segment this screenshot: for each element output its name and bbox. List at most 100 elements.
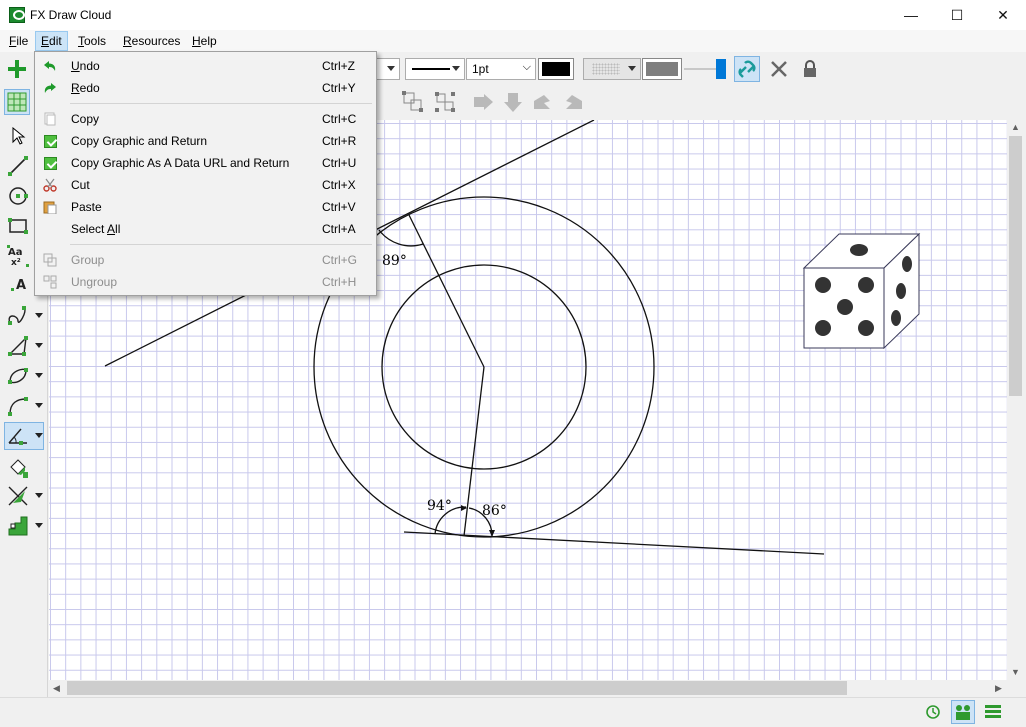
menu-resources[interactable]: Resources [118, 31, 185, 51]
check-icon [43, 134, 57, 148]
menu-item-copy-graphic-return[interactable]: Copy Graphic and Return Ctrl+R [36, 130, 375, 152]
window-title: FX Draw Cloud [30, 8, 112, 22]
menu-item-group[interactable]: Group Ctrl+G [36, 249, 375, 271]
grid-icon[interactable] [4, 89, 30, 115]
rotate-left-icon[interactable] [560, 89, 586, 115]
arc-tool-icon[interactable] [4, 362, 32, 390]
rotate-right-icon[interactable] [530, 89, 556, 115]
add-icon[interactable] [4, 56, 30, 82]
scissors-icon [43, 178, 57, 192]
scroll-right-icon[interactable]: ▶ [995, 683, 1002, 694]
menu-item-copy-data-url-return[interactable]: Copy Graphic As A Data URL and Return Ct… [36, 152, 375, 174]
hamburger-icon[interactable] [985, 705, 1001, 722]
menu-item-select-all[interactable]: Select All Ctrl+A [36, 218, 375, 240]
scroll-up-icon[interactable]: ▲ [1011, 122, 1020, 132]
ungroup-icon[interactable] [432, 89, 458, 115]
tangent-line-bottom[interactable] [403, 531, 825, 555]
transform-tool-chevron-icon[interactable] [35, 491, 43, 499]
fill-color-button[interactable] [642, 58, 682, 80]
redo-icon [43, 81, 57, 95]
lock-icon[interactable] [797, 56, 823, 82]
menu-tools[interactable]: Tools [73, 31, 111, 51]
check-icon [43, 156, 57, 170]
ungroup-icon [43, 275, 57, 289]
fill-pattern-preview [592, 63, 620, 75]
title-bar: FX Draw Cloud — ☐ ✕ [0, 0, 1026, 30]
curve-tool-chevron-icon[interactable] [35, 311, 43, 319]
tools-icon[interactable] [766, 56, 792, 82]
curve-tool-icon[interactable] [4, 302, 32, 330]
menu-separator [70, 244, 372, 245]
bring-forward-icon[interactable] [470, 89, 496, 115]
line-style-dropdown[interactable] [405, 58, 465, 80]
line-style-preview [412, 68, 450, 70]
angle-tool-chevron-icon[interactable] [35, 431, 43, 439]
svg-text:A: A [16, 278, 26, 293]
group-icon [43, 253, 57, 267]
stairs-tool-chevron-icon[interactable] [35, 521, 43, 529]
close-button[interactable]: ✕ [980, 0, 1026, 30]
minimize-button[interactable]: — [888, 0, 934, 30]
transform-tool-icon[interactable] [4, 482, 32, 510]
menu-help[interactable]: Help [187, 31, 222, 51]
menu-item-copy[interactable]: Copy Ctrl+C [36, 108, 375, 130]
style-dropdown[interactable] [376, 58, 400, 80]
app-logo-icon [9, 7, 25, 23]
menu-item-ungroup[interactable]: Ungroup Ctrl+H [36, 271, 375, 293]
pointer-icon[interactable] [4, 122, 32, 150]
status-bar [0, 697, 1026, 727]
circle-tool-icon[interactable] [4, 182, 32, 210]
menu-edit[interactable]: Edit [35, 31, 68, 51]
polygon-tool-icon[interactable] [4, 332, 32, 360]
menu-item-redo[interactable]: Redo Ctrl+Y [36, 77, 375, 99]
copy-icon [43, 112, 57, 126]
vertical-scroll-thumb[interactable] [1009, 136, 1022, 396]
send-backward-icon[interactable] [500, 89, 526, 115]
group-icon[interactable] [400, 89, 426, 115]
radius-bottom[interactable] [463, 366, 485, 537]
maximize-button[interactable]: ☐ [934, 0, 980, 30]
angle-label-94[interactable]: 94° [427, 498, 452, 514]
menu-item-cut[interactable]: Cut Ctrl+X [36, 174, 375, 196]
line-color-button[interactable] [538, 58, 574, 80]
line-width-value: 1pt [472, 62, 489, 76]
edit-dropdown-menu: Undo Ctrl+Z Redo Ctrl+Y Copy Ctrl+C Copy… [34, 51, 377, 296]
label-tool-icon[interactable]: A [4, 270, 32, 298]
people-icon[interactable] [951, 700, 975, 724]
bezier-tool-icon[interactable] [4, 392, 32, 420]
bezier-tool-chevron-icon[interactable] [35, 401, 43, 409]
stairs-tool-icon[interactable] [4, 512, 32, 540]
menu-separator [70, 103, 372, 104]
svg-text:Aa: Aa [8, 247, 23, 258]
line-tool-icon[interactable] [4, 152, 32, 180]
paste-icon [43, 200, 57, 214]
arc-tool-chevron-icon[interactable] [35, 371, 43, 379]
undo-icon [43, 59, 57, 73]
angle-arc-89[interactable] [378, 229, 424, 247]
transparency-slider-track[interactable] [684, 68, 718, 70]
chevron-down-icon: ⌵ [522, 61, 531, 73]
angle-label-86[interactable]: 86° [482, 503, 507, 519]
text-tool-icon[interactable]: Aa x² [4, 242, 32, 270]
fill-bucket-icon[interactable] [4, 454, 32, 482]
clock-icon[interactable] [925, 704, 941, 723]
scroll-left-icon[interactable]: ◀ [53, 683, 60, 694]
rectangle-tool-icon[interactable] [4, 212, 32, 240]
polygon-tool-chevron-icon[interactable] [35, 341, 43, 349]
radius-top[interactable] [408, 214, 485, 368]
fill-color-swatch [646, 62, 678, 76]
horizontal-scroll-thumb[interactable] [67, 681, 847, 695]
angle-label-89[interactable]: 89° [382, 253, 407, 269]
die-image[interactable] [802, 232, 921, 350]
menu-item-undo[interactable]: Undo Ctrl+Z [36, 55, 375, 77]
line-width-dropdown[interactable]: 1pt ⌵ [466, 58, 536, 80]
menu-item-paste[interactable]: Paste Ctrl+V [36, 196, 375, 218]
line-color-swatch [542, 62, 570, 76]
angle-arrowhead [461, 505, 467, 511]
link-icon[interactable] [734, 56, 760, 82]
svg-text:x²: x² [11, 258, 21, 267]
scroll-down-icon[interactable]: ▼ [1011, 667, 1020, 677]
fill-pattern-dropdown[interactable] [583, 58, 641, 80]
menu-file[interactable]: File [4, 31, 33, 51]
transparency-slider-thumb[interactable] [716, 59, 726, 79]
